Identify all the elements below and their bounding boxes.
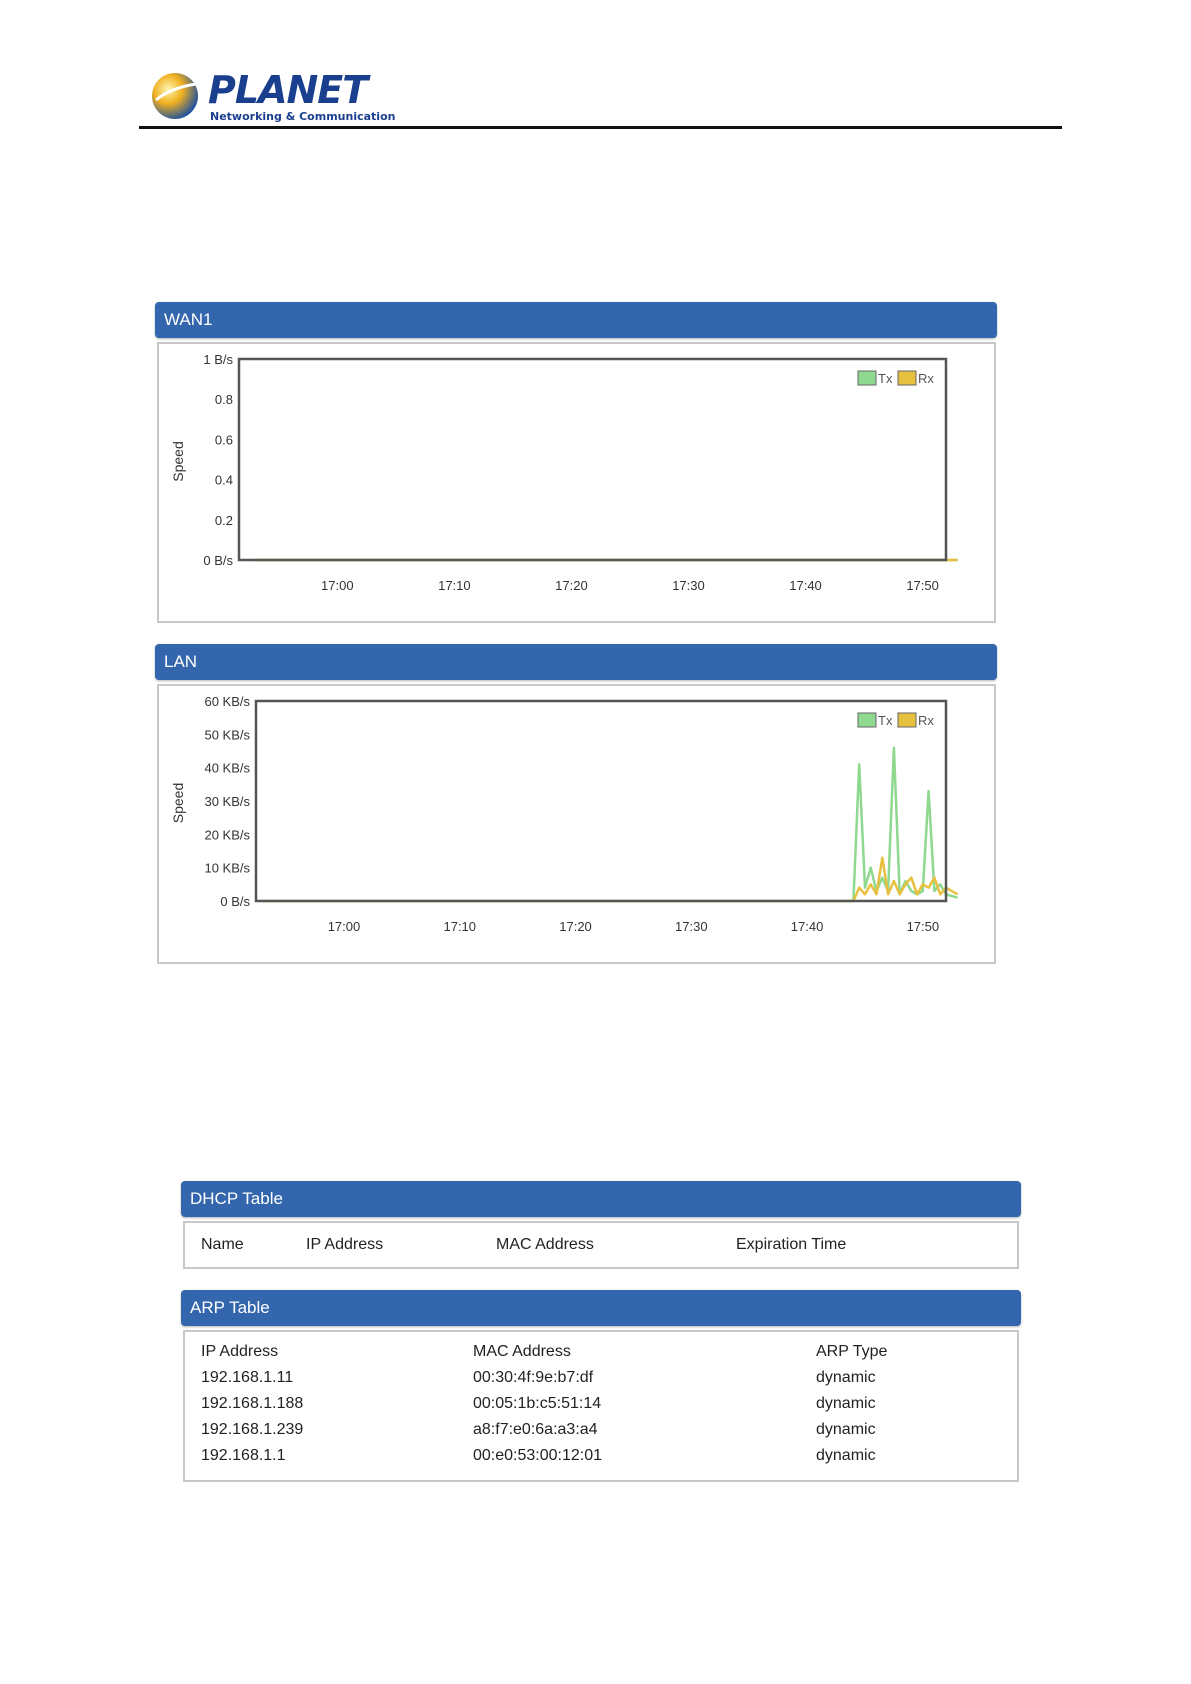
wan-x-tick-label: 17:40 [789,578,822,593]
wan-plot-frame [237,357,948,562]
wan-panel-title: WAN1 [164,310,213,329]
dhcp-table-header: DHCP Table [181,1181,1021,1217]
wan-y-tick-label: 0.4 [215,473,233,488]
lan-series-tx [262,746,958,903]
lan-x-tick-label: 17:20 [559,919,592,934]
wan-x-tick-label: 17:00 [321,578,354,593]
lan-x-tick-label: 17:40 [791,919,824,934]
wan-legend-swatch-tx [857,370,877,386]
arp-type: dynamic [816,1395,876,1412]
lan-y-tick-label: 0 B/s [220,894,250,909]
arp-table-title: ARP Table [190,1298,270,1317]
arp-table-header: ARP Table [181,1290,1021,1326]
lan-x-tick-label: 17:00 [328,919,361,934]
lan-y-tick-label: 10 KB/s [204,861,250,876]
brand-tagline: Networking & Communication [210,110,396,123]
wan-chart-panel: Speed 1 B/s 0.8 0.6 0.4 0.2 0 B/s 17:00 17:10 17:… [157,342,996,623]
planet-logo: PLANET Networking & Communication [150,68,395,126]
wan-y-tick-label: 0.6 [215,432,233,447]
lan-plot-frame [254,699,948,903]
lan-y-tick-label: 60 KB/s [204,694,250,709]
arp-mac: 00:e0:53:00:12:01 [473,1447,603,1464]
wan-legend-swatch-rx [897,370,917,386]
arp-ip: 192.168.1.239 [201,1421,304,1438]
brand-name: PLANET [208,68,368,112]
lan-legend-swatch-rx [897,712,917,728]
arp-mac: 00:05:1b:c5:51:14 [473,1395,602,1412]
lan-chart-panel: Speed 60 KB/s 50 KB/s 40 KB/s 30 KB/s 20 KB/s… [157,684,996,964]
lan-y-tick-label: 20 KB/s [204,827,250,842]
lan-x-tick-label: 17:10 [443,919,476,934]
dhcp-col-name: Name [201,1236,244,1253]
wan-y-tick-label: 0.8 [215,392,233,407]
wan-x-tick-label: 17:20 [555,578,588,593]
lan-panel-title: LAN [164,652,198,671]
arp-col-mac-address: MAC Address [473,1343,571,1360]
lan-traffic-chart: Speed 60 KB/s 50 KB/s 40 KB/s 30 KB/s 20 KB/s… [170,694,959,934]
dhcp-col-expiration-time: Expiration Time [736,1236,847,1253]
wan-traffic-chart: Speed 1 B/s 0.8 0.6 0.4 0.2 0 B/s 17:00 17:10 17:… [170,352,958,593]
arp-mac: 00:30:4f:9e:b7:df [473,1369,594,1386]
dhcp-col-mac-address: MAC Address [496,1236,594,1253]
lan-legend-label-tx: Tx [878,713,893,728]
lan-x-tick-label: 17:50 [907,919,940,934]
arp-ip: 192.168.1.1 [201,1447,286,1464]
wan-y-tick-label: 1 B/s [203,352,233,367]
dhcp-col-ip-address: IP Address [306,1236,384,1253]
wan-y-axis-label: Speed [170,441,186,481]
wan-x-tick-label: 17:50 [906,578,939,593]
lan-y-tick-label: 50 KB/s [204,727,250,742]
lan-y-tick-label: 40 KB/s [204,761,250,776]
lan-legend-swatch-tx [857,712,877,728]
lan-panel-header: LAN [155,644,997,680]
arp-col-arp-type: ARP Type [816,1343,888,1360]
arp-table: IP Address MAC Address ARP Type 192.168.… [183,1330,1019,1482]
arp-col-ip-address: IP Address [201,1343,279,1360]
arp-mac: a8:f7:e0:6a:a3:a4 [473,1421,598,1438]
header-divider [139,126,1062,129]
wan-legend-label-tx: Tx [878,371,893,386]
wan-x-tick-label: 17:10 [438,578,471,593]
globe-icon [152,73,198,119]
arp-type: dynamic [816,1421,876,1438]
arp-ip: 192.168.1.188 [201,1395,304,1412]
wan-y-tick-label: 0.2 [215,513,233,528]
wan-x-tick-label: 17:30 [672,578,705,593]
lan-y-tick-label: 30 KB/s [204,794,250,809]
dhcp-table-title: DHCP Table [190,1189,283,1208]
lan-x-tick-label: 17:30 [675,919,708,934]
arp-ip: 192.168.1.11 [201,1369,294,1386]
dhcp-table: Name IP Address MAC Address Expiration T… [183,1221,1019,1269]
wan-legend-label-rx: Rx [918,371,934,386]
arp-type: dynamic [816,1447,876,1464]
wan-panel-header: WAN1 [155,302,997,338]
arp-type: dynamic [816,1369,876,1386]
lan-legend-label-rx: Rx [918,713,934,728]
lan-y-axis-label: Speed [170,783,186,823]
wan-y-tick-label: 0 B/s [203,553,233,568]
